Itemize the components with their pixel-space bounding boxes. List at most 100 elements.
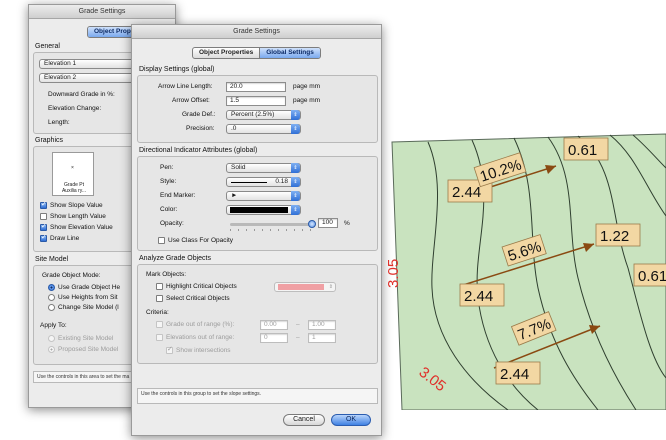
front-grade-settings-window: Grade Settings Object Properties Global … bbox=[131, 24, 382, 436]
select-critical-label: Select Critical Objects bbox=[166, 295, 230, 302]
arrow-line-length-label: Arrow Line Length: bbox=[158, 83, 213, 90]
mode-use-grade-label: Use Grade Object He bbox=[58, 284, 121, 291]
grade-def-label: Grade Def.: bbox=[182, 111, 216, 118]
end-marker-value: ► bbox=[231, 192, 238, 199]
tab-global-settings[interactable]: Global Settings bbox=[259, 48, 320, 58]
display-settings-label: Display Settings (global) bbox=[139, 66, 215, 73]
back-window-titlebar: Grade Settings bbox=[29, 5, 175, 19]
grade-min-field[interactable]: 0.00 bbox=[260, 320, 288, 330]
show-length-label: Show Length Value bbox=[50, 213, 106, 220]
line-weight-sample bbox=[231, 182, 267, 183]
analyze-label: Analyze Grade Objects bbox=[139, 255, 211, 262]
graphics-preview: × Grade Pt Auxilia ry... bbox=[52, 152, 94, 196]
ok-button[interactable]: OK bbox=[331, 414, 371, 426]
opacity-label: Opacity: bbox=[160, 220, 184, 227]
directional-label: Directional Indicator Attributes (global… bbox=[139, 147, 258, 154]
use-class-opacity-checkbox[interactable] bbox=[158, 237, 165, 244]
grade-out-checkbox[interactable] bbox=[156, 321, 163, 328]
opacity-slider-ticks bbox=[230, 229, 312, 231]
precision-popup[interactable]: .0 ⇕ bbox=[226, 124, 301, 134]
highlight-critical-label: Highlight Critical Objects bbox=[166, 283, 237, 290]
grade-def-value: Percent (2.5%) bbox=[231, 111, 275, 118]
elevation-change-label: Elevation Change: bbox=[48, 105, 102, 112]
grade-range-separator: – bbox=[296, 321, 300, 328]
grade-max-field[interactable]: 1.00 bbox=[308, 320, 336, 330]
chevron-updown-icon: ⇕ bbox=[291, 163, 300, 173]
analyze-group: Mark Objects: Highlight Critical Objects… bbox=[137, 264, 378, 364]
back-window-title: Grade Settings bbox=[78, 8, 126, 15]
pen-label: Pen: bbox=[160, 164, 174, 171]
tab-object-properties[interactable]: Object Properties bbox=[193, 48, 259, 58]
show-length-checkbox[interactable] bbox=[40, 213, 47, 220]
elevation-label: 0.61 bbox=[638, 268, 666, 285]
grade-def-popup[interactable]: Percent (2.5%) ⇕ bbox=[226, 110, 301, 120]
elevation-label: 1.22 bbox=[600, 228, 629, 245]
chevron-updown-icon: ⇕ bbox=[328, 284, 333, 290]
color-popup[interactable]: ⇕ bbox=[226, 205, 301, 215]
highlight-color-swatch bbox=[278, 284, 324, 290]
opacity-slider-thumb[interactable] bbox=[308, 220, 316, 228]
arrow-line-length-unit: page mm bbox=[293, 83, 321, 90]
arrow-offset-label: Arrow Offset: bbox=[172, 97, 210, 104]
show-intersections-checkbox[interactable] bbox=[166, 345, 173, 354]
cancel-button[interactable]: Cancel bbox=[283, 414, 325, 426]
front-window-titlebar: Grade Settings bbox=[132, 25, 381, 39]
back-graphics-label: Graphics bbox=[35, 137, 64, 144]
precision-value: .0 bbox=[231, 125, 237, 132]
color-label: Color: bbox=[160, 206, 178, 213]
opacity-slider-track[interactable] bbox=[230, 220, 316, 228]
elev-min-field[interactable]: 0 bbox=[260, 333, 288, 343]
show-slope-label: Show Slope Value bbox=[50, 202, 103, 209]
pen-popup[interactable]: Solid ⇕ bbox=[226, 163, 301, 173]
grade-map-drawing: 0.61 1.22 0.61 2.44 2.44 2.44 10.2% 5.6%… bbox=[388, 133, 666, 410]
draw-line-label: Draw Line bbox=[50, 235, 80, 242]
grade-object-mode-label: Grade Object Mode: bbox=[42, 272, 101, 279]
mode-use-heights-radio[interactable] bbox=[48, 294, 55, 301]
back-site-model-label: Site Model bbox=[35, 256, 69, 263]
existing-site-model-radio[interactable] bbox=[48, 335, 55, 342]
elevation1-value: Elevation 1 bbox=[44, 60, 77, 67]
chevron-updown-icon: ⇕ bbox=[291, 110, 300, 120]
arrow-line-length-field[interactable]: 20.0 bbox=[226, 82, 286, 92]
chevron-updown-icon: ⇕ bbox=[291, 191, 300, 201]
front-status-bar: Use the controls in this group to set th… bbox=[137, 388, 378, 404]
contour-elevation-label: 3.05 bbox=[388, 259, 402, 288]
elevation-label: 2.44 bbox=[464, 288, 493, 305]
end-marker-popup[interactable]: ► ⇕ bbox=[226, 191, 301, 201]
preview-marker-icon: × bbox=[71, 165, 74, 171]
style-popup[interactable]: 0.18 ⇕ bbox=[226, 177, 301, 187]
arrow-offset-field[interactable]: 1.5 bbox=[226, 96, 286, 106]
elev-range-separator: – bbox=[296, 334, 300, 341]
grade-out-label: Grade out of range (%): bbox=[166, 321, 235, 328]
opacity-field[interactable]: 100 bbox=[318, 218, 338, 228]
precision-label: Precision: bbox=[186, 125, 215, 132]
use-class-opacity-label: Use Class For Opacity bbox=[168, 237, 234, 244]
proposed-site-model-label: Proposed Site Model bbox=[58, 346, 119, 353]
style-value: 0.18 bbox=[275, 178, 288, 185]
highlight-critical-checkbox[interactable] bbox=[156, 283, 163, 290]
show-elevation-label: Show Elevation Value bbox=[50, 224, 113, 231]
apply-to-label: Apply To: bbox=[40, 322, 67, 329]
show-intersections-label: Show intersections bbox=[176, 347, 231, 354]
chevron-updown-icon: ⇕ bbox=[291, 177, 300, 187]
highlight-color-popup[interactable]: ⇕ bbox=[274, 282, 336, 292]
arrow-offset-unit: page mm bbox=[293, 97, 321, 104]
elev-out-checkbox[interactable] bbox=[156, 334, 163, 341]
show-elevation-checkbox[interactable] bbox=[40, 222, 47, 231]
mode-change-site-radio[interactable] bbox=[48, 304, 55, 311]
proposed-site-model-radio[interactable] bbox=[48, 346, 55, 353]
directional-group: Pen: Solid ⇕ Style: 0.18 ⇕ End Marker: ► ⇕… bbox=[137, 156, 378, 251]
mode-use-heights-label: Use Heights from Sit bbox=[58, 294, 118, 301]
mode-use-grade-radio[interactable] bbox=[48, 284, 55, 291]
select-critical-checkbox[interactable] bbox=[156, 295, 163, 302]
elevation-label: 0.61 bbox=[568, 142, 597, 159]
elev-max-field[interactable]: 1 bbox=[308, 333, 336, 343]
preview-subtitle: Auxilia ry... bbox=[61, 188, 87, 194]
show-slope-checkbox[interactable] bbox=[40, 200, 47, 209]
draw-line-checkbox[interactable] bbox=[40, 233, 47, 242]
end-marker-label: End Marker: bbox=[160, 192, 196, 199]
downward-grade-label: Downward Grade in %: bbox=[48, 91, 115, 98]
existing-site-model-label: Existing Site Model bbox=[58, 335, 114, 342]
elevation2-value: Elevation 2 bbox=[44, 74, 77, 81]
criteria-label: Criteria: bbox=[146, 309, 169, 316]
